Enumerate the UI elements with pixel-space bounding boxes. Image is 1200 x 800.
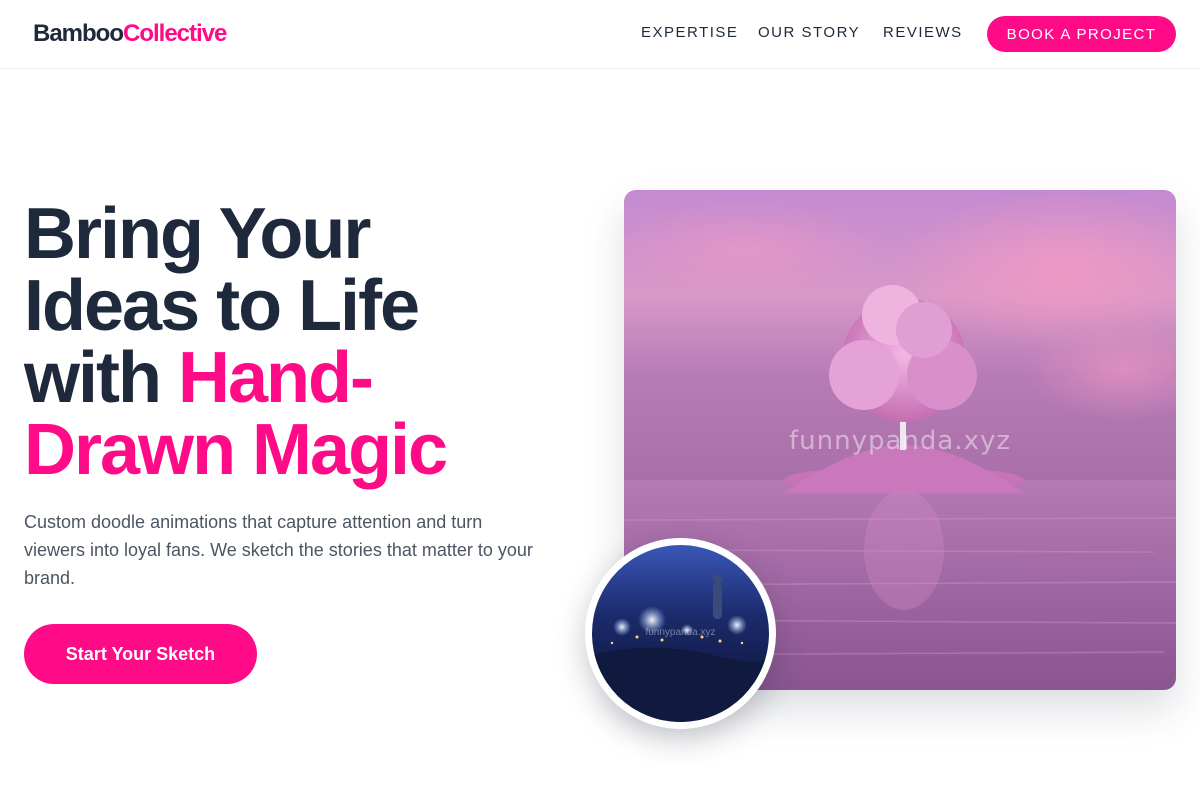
start-sketch-button[interactable]: Start Your Sketch [24, 624, 257, 684]
headline-line-2: Ideas to Life [24, 266, 420, 346]
brand-name-part1: Bamboo [33, 20, 124, 47]
nav-link-expertise[interactable]: EXPERTISE [641, 24, 738, 41]
book-project-button[interactable]: BOOK A PROJECT [987, 16, 1176, 52]
headline-line-1: Bring Your [24, 194, 371, 274]
site-header: BambooCollective EXPERTISE OUR STORY REV… [0, 0, 1200, 69]
nav-link-reviews[interactable]: REVIEWS [883, 24, 963, 41]
night-city-image: funnypanda.xyz [592, 545, 769, 722]
thumbnail-watermark: funnypanda.xyz [645, 627, 716, 638]
headline-accent-1: Hand- [177, 338, 374, 418]
night-city-thumbnail: funnypanda.xyz [585, 538, 776, 729]
brand-logo[interactable]: BambooCollective [33, 20, 227, 48]
image-watermark: funnypanda.xyz [788, 426, 1011, 456]
headline-accent-2: Drawn Magic [24, 410, 448, 490]
hero-headline: Bring Your Ideas to Life with Hand- Draw… [24, 198, 584, 486]
headline-line-3: with [24, 338, 178, 418]
nav-link-our-story[interactable]: OUR STORY [758, 24, 860, 41]
hero-subcopy: Custom doodle animations that capture at… [24, 512, 533, 588]
brand-name-part2: Collective [123, 20, 227, 47]
